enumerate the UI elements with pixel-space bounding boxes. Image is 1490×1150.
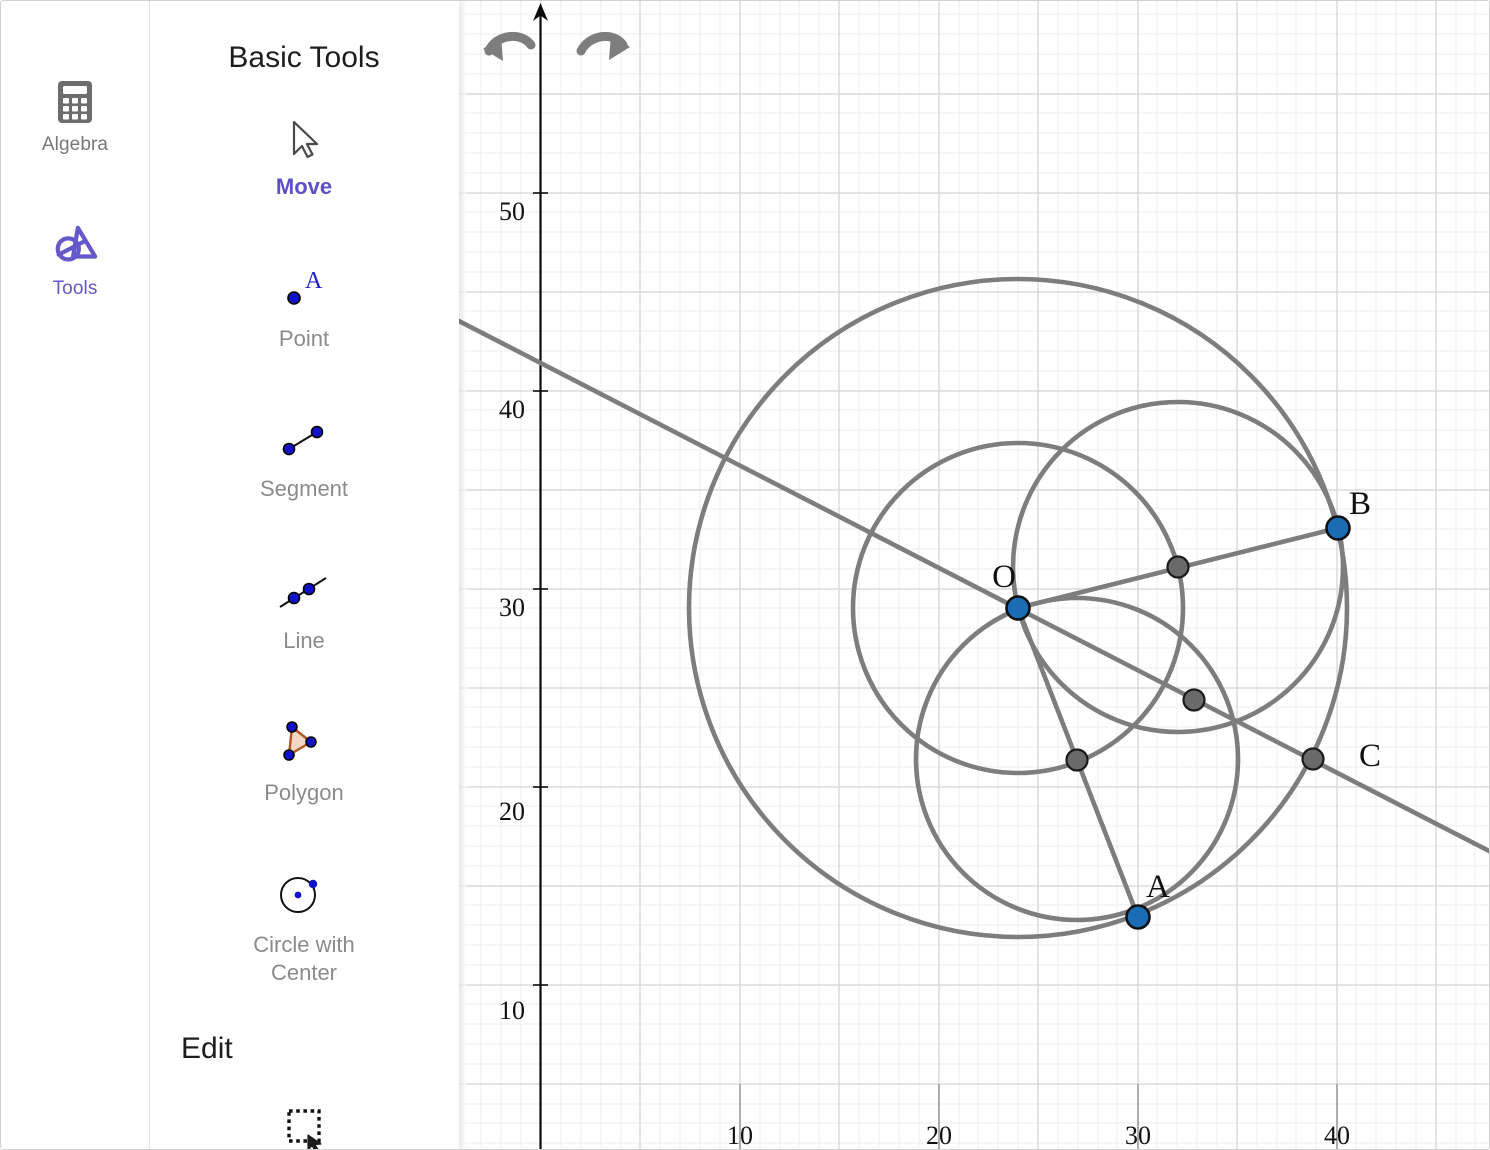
svg-text:A: A — [305, 268, 323, 294]
minor-gridlines — [459, 1, 1489, 1149]
point-label-o: O — [992, 559, 1016, 595]
tool-move[interactable]: Move — [149, 109, 459, 201]
geogebra-tools-icon — [52, 223, 98, 269]
y-tick-label: 30 — [499, 593, 525, 622]
tools-panel: Basic Tools Move A Point Segment Line Po… — [149, 1, 459, 1149]
line-icon — [274, 563, 334, 621]
geogebra-app: Algebra Tools Basic Tools Move A Point S… — [0, 0, 1490, 1150]
polygon-icon — [277, 715, 331, 773]
x-tick-label: 20 — [926, 1121, 952, 1150]
select-rectangle-icon — [277, 1101, 331, 1149]
basic-tools-heading: Basic Tools — [228, 41, 380, 74]
point-icon: A — [275, 261, 333, 319]
tool-line[interactable]: Line — [149, 563, 459, 655]
intersection-point-e[interactable] — [1182, 688, 1206, 712]
intersection-point-d[interactable] — [1166, 555, 1190, 579]
point-a[interactable] — [1125, 904, 1151, 930]
rail-item-label: Tools — [52, 278, 98, 299]
circle-with-center-icon — [277, 867, 331, 925]
tool-label: Line — [283, 628, 325, 653]
tool-label: Circle with Center — [253, 932, 355, 985]
tool-label: Segment — [259, 476, 349, 501]
left-icon-rail: Algebra Tools — [1, 1, 150, 1149]
point-label-b: B — [1349, 486, 1371, 522]
tool-label: Point — [278, 326, 330, 351]
point-o[interactable] — [1005, 595, 1031, 621]
line-through-c[interactable] — [459, 318, 1490, 854]
point-label-a: A — [1146, 869, 1170, 905]
redo-button[interactable] — [576, 32, 630, 60]
tool-label: Move — [275, 174, 333, 199]
tool-label: Polygon — [264, 780, 344, 805]
tool-select-rectangle[interactable] — [149, 1101, 459, 1149]
graphics-view[interactable]: 50 40 30 20 10 10 20 30 40 O A B C — [459, 1, 1490, 1150]
graph-canvas[interactable]: 50 40 30 20 10 10 20 30 40 O A B C — [459, 1, 1490, 1150]
intersection-point-c[interactable] — [1301, 747, 1325, 771]
y-tick-label: 10 — [499, 996, 525, 1025]
edit-heading: Edit — [181, 1032, 233, 1065]
tool-circle-with-center[interactable]: Circle with Center — [149, 867, 459, 987]
x-tick-label: 30 — [1125, 1121, 1151, 1150]
y-tick-label: 20 — [499, 797, 525, 826]
tool-polygon[interactable]: Polygon — [149, 715, 459, 807]
point-label-c: C — [1359, 738, 1381, 774]
rail-item-label: Algebra — [41, 134, 109, 155]
undo-button[interactable] — [483, 32, 536, 61]
y-tick-label: 40 — [499, 395, 525, 424]
calculator-icon — [52, 79, 98, 125]
tool-point[interactable]: A Point — [149, 261, 459, 353]
point-b[interactable] — [1325, 515, 1351, 541]
panel-shadow-fade — [459, 1, 467, 1149]
y-tick-label: 50 — [499, 197, 525, 226]
x-tick-label: 10 — [727, 1121, 753, 1150]
segment-icon — [276, 411, 332, 469]
cursor-arrow-icon — [284, 109, 324, 167]
tool-segment[interactable]: Segment — [149, 411, 459, 503]
x-tick-label: 40 — [1324, 1121, 1350, 1150]
rail-item-algebra[interactable]: Algebra — [1, 79, 149, 156]
rail-item-tools[interactable]: Tools — [1, 223, 149, 300]
y-axis — [533, 3, 548, 1149]
intersection-point-f[interactable] — [1065, 748, 1089, 772]
